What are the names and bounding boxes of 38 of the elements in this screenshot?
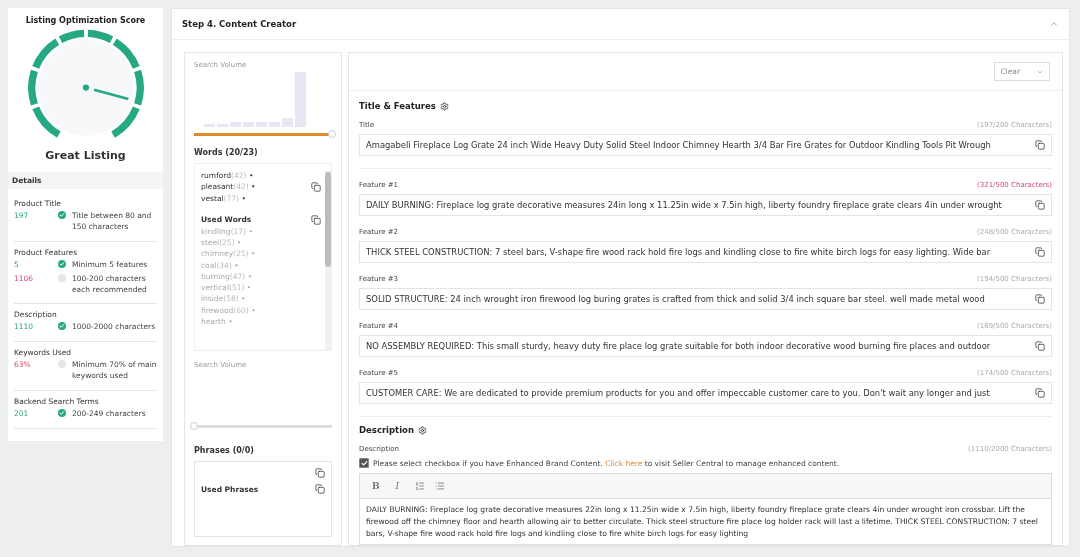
description-editor[interactable] (359, 473, 1052, 546)
copy-button[interactable] (311, 181, 321, 192)
score-verdict: Great Listing (45, 149, 126, 162)
copy-button[interactable] (315, 468, 325, 478)
text-field[interactable]: SOLID STRUCTURE: 24 inch wrought iron firewood log buring grates is crafted from thick and solid 3/4 inch square bar steel. well made metal wood (359, 288, 1052, 310)
italic-button[interactable]: I (389, 479, 406, 493)
status-dot (58, 360, 66, 369)
phrases-heading: Phrases (0/0) (194, 446, 255, 455)
check-icon (58, 211, 66, 219)
check-icon (58, 409, 66, 417)
text-field[interactable]: THICK STEEL CONSTRUCTION: 7 steel bars, V-shape fire wood rack hold fire logs and kindling close to fire white birch logs for easy lighting. Wide bar (359, 241, 1052, 263)
slider-handle[interactable] (190, 422, 198, 430)
copy-button[interactable] (1035, 294, 1045, 304)
text-field[interactable]: NO ASSEMBLY REQUIRED: This small sturdy, heavy duty fire place log grate suitable for both indoor decorative wood burning fire places and outdoor (359, 335, 1052, 357)
copy-button[interactable] (315, 484, 325, 494)
score-title: Listing Optimization Score (25, 16, 146, 25)
copy-button[interactable] (1035, 247, 1045, 257)
status-dot (58, 273, 66, 282)
section-heading: Description (359, 425, 414, 435)
settings-icon[interactable] (418, 425, 427, 435)
checkbox[interactable] (359, 458, 369, 468)
copy-button[interactable] (1035, 140, 1045, 150)
settings-icon[interactable] (439, 101, 449, 111)
copy-button[interactable] (311, 214, 321, 225)
words-heading: Words (20/23) (194, 148, 259, 157)
text-field[interactable]: Amagabeli Fireplace Log Grate 24 inch Wide Heavy Duty Solid Steel Indoor Chimney Hearth 3/4 Bar Fire Grates for Outdoor Kindling Tools Pit Wrough (359, 134, 1052, 156)
check-icon (58, 259, 66, 268)
text-field[interactable]: CUSTOMER CARE: We are dedicated to provide premium products for you and offer impeccable customer care to you. Don't wait any longer and just (359, 382, 1052, 404)
slider-handle[interactable] (328, 130, 336, 138)
section-heading: Title & Features (359, 101, 436, 111)
bold-button[interactable]: B (366, 479, 386, 493)
step-title: Step 4. Content Creator (182, 19, 297, 29)
text-field[interactable]: DAILY BURNING: Fireplace log grate decorative measures 24in long x 11.25in wide x 7.5in high, liberty foundry fireplace grate clears 4in under wrought (359, 194, 1052, 216)
copy-button[interactable] (1035, 200, 1045, 210)
copy-button[interactable] (1035, 388, 1045, 398)
check-icon (58, 322, 66, 331)
scrollbar[interactable] (325, 170, 331, 350)
copy-button[interactable] (1035, 341, 1045, 351)
